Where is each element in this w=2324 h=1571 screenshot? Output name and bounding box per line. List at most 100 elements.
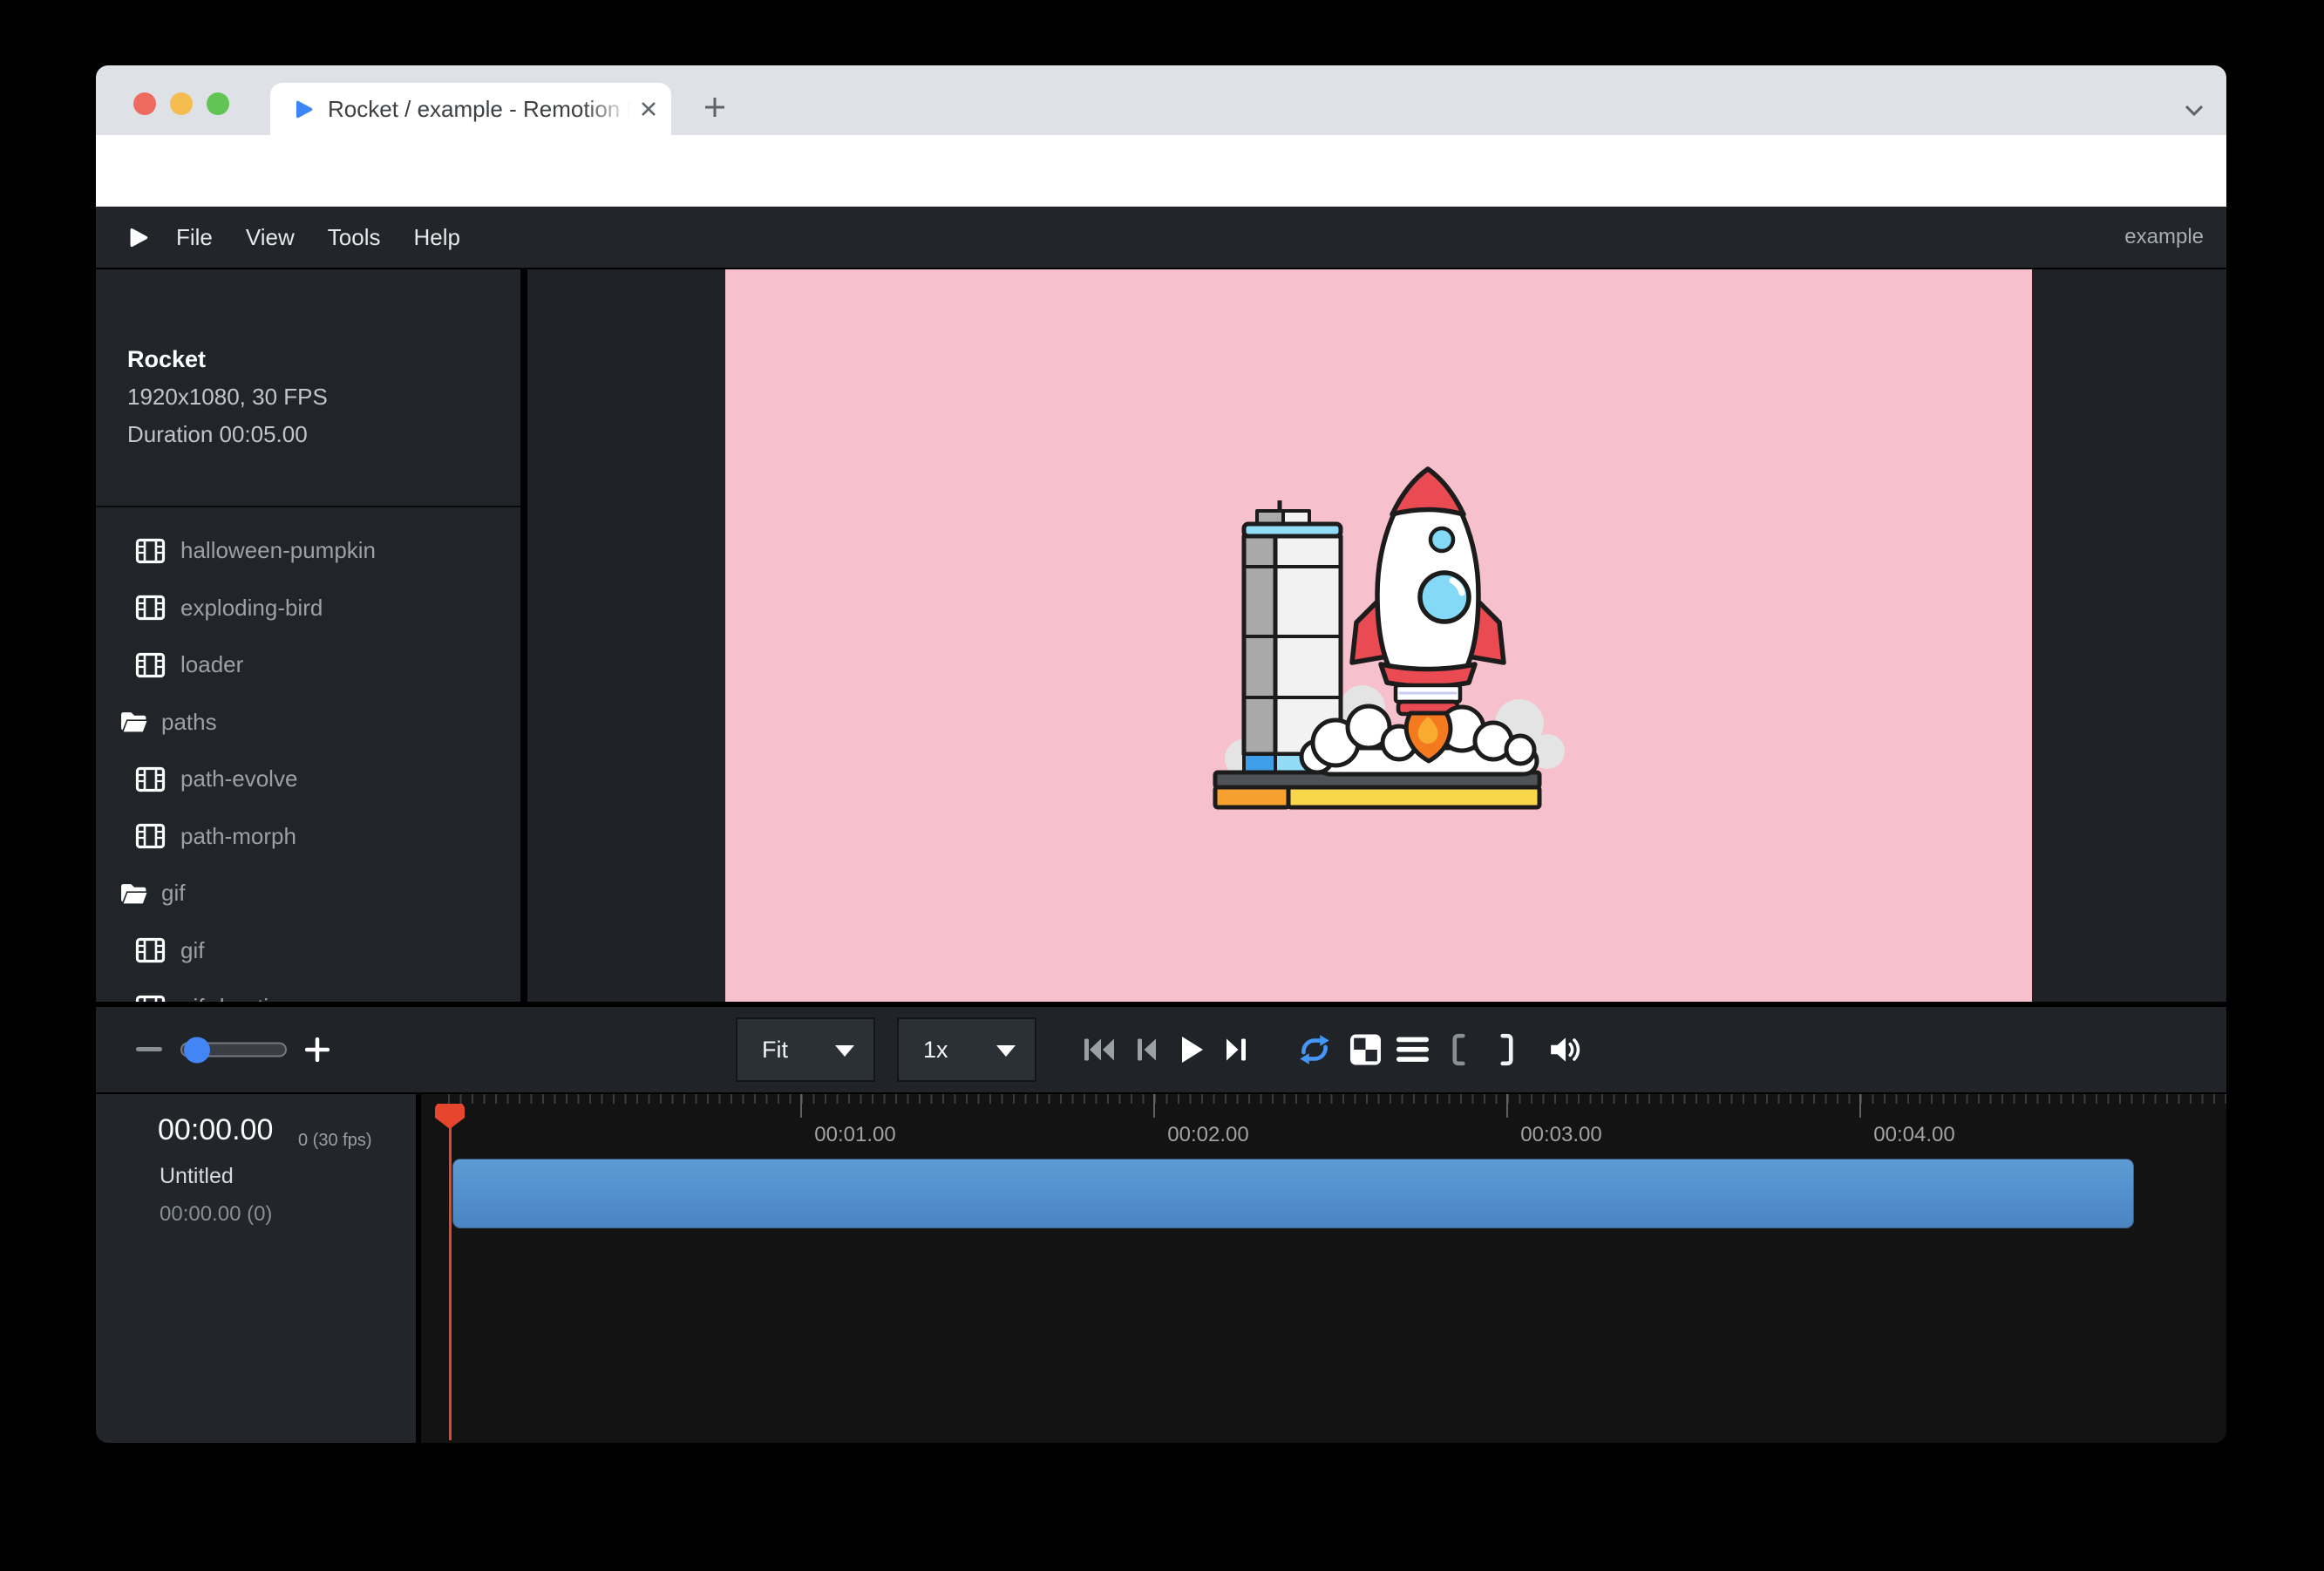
timeline-rows-button[interactable] bbox=[1395, 1037, 1430, 1063]
ruler-tick bbox=[1153, 1094, 1155, 1118]
volume-icon bbox=[1548, 1033, 1585, 1066]
timeline-info-panel: 00:00.00 0 (30 fps) Untitled 00:00.00 (0… bbox=[96, 1094, 416, 1443]
timeline-tracks[interactable]: 00:01.00 00:02.00 00:03.00 00:04.00 bbox=[421, 1094, 2226, 1443]
track-time-label: 00:00.00 (0) bbox=[160, 1202, 272, 1227]
play-icon bbox=[1178, 1034, 1206, 1065]
remotion-logo-icon[interactable] bbox=[123, 224, 149, 250]
previous-frame-button[interactable] bbox=[1131, 1035, 1161, 1064]
play-button[interactable] bbox=[1175, 1034, 1208, 1065]
bracket-in-icon bbox=[1451, 1033, 1466, 1066]
ruler-label: 00:01.00 bbox=[794, 1123, 916, 1147]
folder-open-icon bbox=[119, 710, 148, 734]
ruler-tick bbox=[800, 1094, 802, 1118]
transparency-toggle-button[interactable] bbox=[1348, 1034, 1383, 1066]
playback-speed-value: 1x bbox=[923, 1037, 948, 1064]
composition-duration: Duration 00:05.00 bbox=[127, 421, 328, 448]
preview-panel bbox=[527, 269, 2226, 1002]
rocket-illustration bbox=[1203, 455, 1569, 821]
sidebar-preview-divider bbox=[520, 269, 527, 1002]
video-canvas bbox=[725, 269, 2032, 1002]
browser-window: Rocket / example - Remotion P http://loc bbox=[96, 65, 2226, 1443]
tab-close-icon[interactable] bbox=[640, 100, 657, 118]
rows-icon bbox=[1396, 1037, 1429, 1063]
chevron-down-icon bbox=[835, 1045, 854, 1057]
menu-file[interactable]: File bbox=[160, 224, 229, 251]
zoom-in-button[interactable] bbox=[303, 1037, 331, 1062]
loop-toggle-button[interactable] bbox=[1294, 1033, 1335, 1066]
ruler-label: 00:02.00 bbox=[1147, 1123, 1269, 1147]
film-icon bbox=[135, 823, 166, 849]
film-icon bbox=[135, 766, 166, 792]
sidebar-folder-paths[interactable]: paths bbox=[96, 694, 520, 751]
remotion-favicon-icon bbox=[289, 97, 314, 121]
sidebar-item-path-evolve[interactable]: path-evolve bbox=[96, 751, 520, 808]
film-icon bbox=[135, 652, 166, 678]
main-area: Rocket 1920x1080, 30 FPS Duration 00:05.… bbox=[96, 269, 2226, 1002]
loop-icon bbox=[1295, 1033, 1335, 1066]
film-icon bbox=[135, 937, 166, 963]
volume-button[interactable] bbox=[1546, 1033, 1587, 1066]
playhead-marker[interactable] bbox=[435, 1104, 465, 1129]
player-toolbar: Fit 1x bbox=[96, 1002, 2226, 1094]
minimize-window-button[interactable] bbox=[170, 92, 193, 115]
folder-open-icon bbox=[119, 881, 148, 906]
ruler-label: 00:03.00 bbox=[1500, 1123, 1622, 1147]
plus-icon bbox=[305, 1037, 330, 1062]
ruler-tick bbox=[1506, 1094, 1508, 1118]
next-frame-icon bbox=[1224, 1035, 1248, 1064]
current-frame-display: 0 (30 fps) bbox=[298, 1131, 371, 1151]
project-name-label: example bbox=[2124, 225, 2204, 249]
tab-search-chevron-icon[interactable] bbox=[2181, 102, 2207, 119]
launch-pad bbox=[1215, 772, 1539, 807]
sidebar-item-halloween-pumpkin[interactable]: halloween-pumpkin bbox=[96, 522, 520, 580]
new-tab-button[interactable] bbox=[699, 92, 730, 123]
skip-to-start-button[interactable] bbox=[1081, 1035, 1118, 1064]
tab-strip: Rocket / example - Remotion P bbox=[96, 65, 2226, 135]
ruler-tick bbox=[1859, 1094, 1861, 1118]
rocket bbox=[1352, 469, 1504, 714]
previous-frame-icon bbox=[1135, 1035, 1158, 1064]
track-name-label[interactable]: Untitled bbox=[160, 1164, 234, 1189]
close-window-button[interactable] bbox=[133, 92, 156, 115]
composition-name: Rocket bbox=[127, 346, 328, 373]
canvas-size-select[interactable]: Fit bbox=[736, 1017, 875, 1082]
menu-view[interactable]: View bbox=[229, 224, 311, 251]
bracket-out-icon bbox=[1499, 1033, 1515, 1066]
sidebar-item-gif-duration[interactable]: gif-duration bbox=[96, 979, 520, 1002]
playhead-line bbox=[449, 1127, 452, 1440]
zoom-out-button[interactable] bbox=[135, 1047, 163, 1052]
skip-start-icon bbox=[1082, 1035, 1117, 1064]
zoom-slider[interactable] bbox=[180, 1043, 287, 1058]
film-icon bbox=[135, 995, 166, 1002]
playback-speed-select[interactable]: 1x bbox=[897, 1017, 1036, 1082]
menu-tools[interactable]: Tools bbox=[311, 224, 398, 251]
sidebar-item-gif[interactable]: gif bbox=[96, 922, 520, 980]
film-icon bbox=[135, 595, 166, 621]
film-icon bbox=[135, 538, 166, 564]
composition-track-bar[interactable] bbox=[452, 1159, 2134, 1228]
timeline: 00:00.00 0 (30 fps) Untitled 00:00.00 (0… bbox=[96, 1094, 2226, 1443]
current-time-display: 00:00.00 bbox=[158, 1113, 273, 1147]
in-point-button[interactable] bbox=[1447, 1033, 1470, 1066]
minus-icon bbox=[136, 1047, 162, 1052]
browser-toolbar: http://localhost:3001/Rocket bbox=[96, 135, 2226, 207]
composition-list: halloween-pumpkin exploding-bird loader … bbox=[96, 522, 520, 1002]
chevron-down-icon bbox=[996, 1045, 1016, 1057]
zoom-slider-knob[interactable] bbox=[184, 1037, 210, 1063]
checkerboard-icon bbox=[1349, 1034, 1382, 1066]
sidebar-divider bbox=[96, 506, 520, 507]
zoom-window-button[interactable] bbox=[207, 92, 229, 115]
sidebar-item-path-morph[interactable]: path-morph bbox=[96, 808, 520, 866]
browser-tab[interactable]: Rocket / example - Remotion P bbox=[270, 83, 671, 135]
ruler-label: 00:04.00 bbox=[1853, 1123, 1975, 1147]
sidebar-folder-gif[interactable]: gif bbox=[96, 865, 520, 922]
sidebar-item-loader[interactable]: loader bbox=[96, 636, 520, 694]
timeline-ruler[interactable] bbox=[448, 1094, 2226, 1104]
menu-help[interactable]: Help bbox=[398, 224, 477, 251]
sidebar-item-exploding-bird[interactable]: exploding-bird bbox=[96, 580, 520, 637]
composition-info: Rocket 1920x1080, 30 FPS Duration 00:05.… bbox=[127, 346, 328, 448]
compositions-sidebar: Rocket 1920x1080, 30 FPS Duration 00:05.… bbox=[96, 269, 520, 1002]
app-menubar: File View Tools Help example bbox=[96, 207, 2226, 268]
out-point-button[interactable] bbox=[1496, 1033, 1519, 1066]
next-frame-button[interactable] bbox=[1220, 1035, 1252, 1064]
